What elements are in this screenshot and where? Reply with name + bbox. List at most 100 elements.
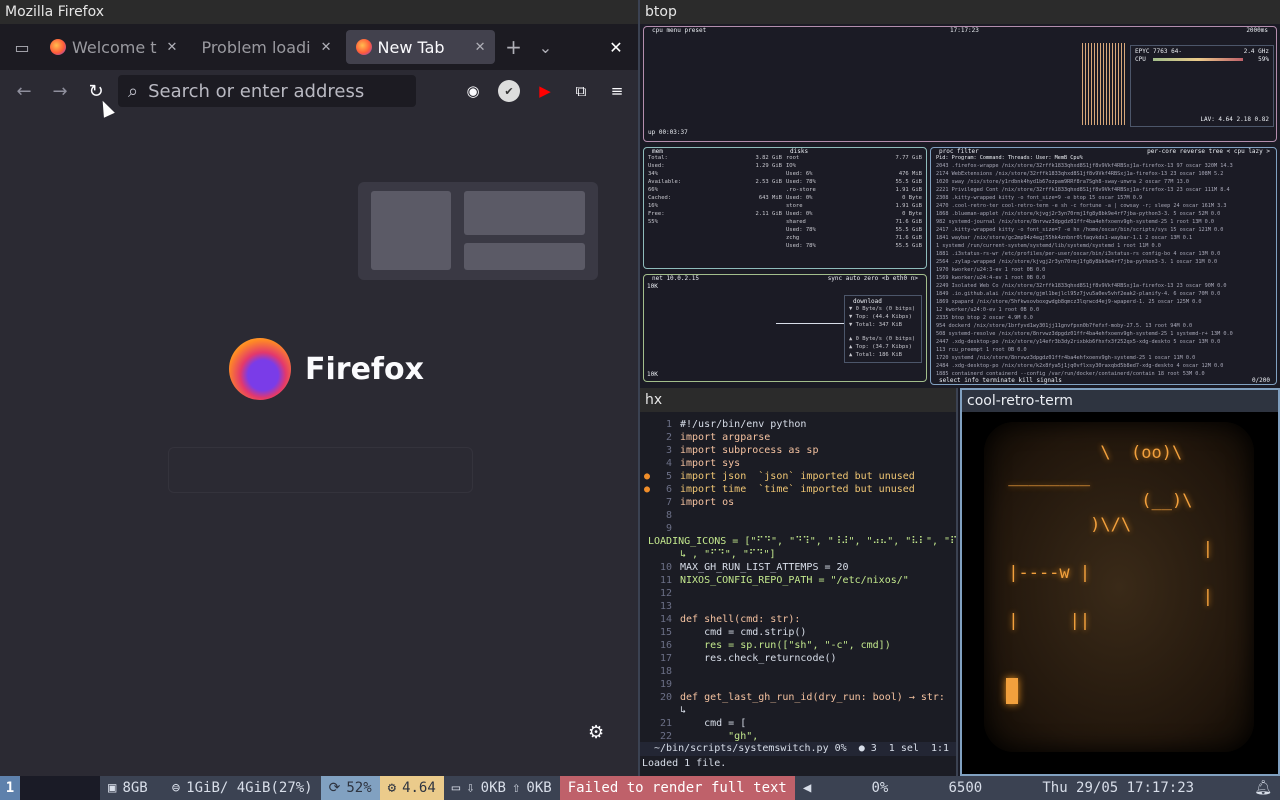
tile-placeholder xyxy=(464,191,585,235)
line-text: LOADING_ICONS = ["⠋⠙", "⠙⠹", "⠸⠼", "⠴⠦",… xyxy=(648,536,958,547)
diagnostic-gutter xyxy=(640,574,654,587)
upload-icon: ⇧ xyxy=(511,780,521,796)
proc-row[interactable]: 2484 .xdg-desktop-po /nix/store/k2x8fya5… xyxy=(936,363,1271,371)
line-text: NIXOS_CONFIG_REPO_PATH = "/etc/nixos/" xyxy=(680,575,909,586)
volume-icon[interactable]: ◀ xyxy=(803,776,811,800)
cpu-graph xyxy=(1082,43,1126,125)
workspace-indicator[interactable]: 1 xyxy=(0,776,20,800)
mem-value: 3.82 GiB xyxy=(755,155,783,161)
proc-row[interactable]: 1881 .i3status-rs-wr /etc/profiles/per-u… xyxy=(936,251,1271,259)
proc-row[interactable]: 1869 xpapard /nix/store/5hfkwsovboxgwdgb… xyxy=(936,299,1271,307)
account-icon[interactable]: ◉ xyxy=(462,80,484,102)
close-window-icon[interactable]: ✕ xyxy=(602,38,630,57)
tab-close-icon[interactable]: ✕ xyxy=(167,40,178,55)
tab-welcome[interactable]: Welcome t ✕ xyxy=(40,30,187,64)
diagnostic-gutter xyxy=(640,561,654,574)
color-temp-value[interactable]: 6500 xyxy=(948,776,982,800)
proc-row[interactable]: 2335 btop btop 2 oscar 4.9M 0.0 xyxy=(936,315,1271,323)
disk-row: shared 71.6 GiB xyxy=(786,219,922,227)
list-all-tabs-chevron-icon[interactable]: ⌄ xyxy=(531,38,559,57)
extension-v-icon[interactable]: ✔ xyxy=(498,80,520,102)
mem-value: 2.11 GiB xyxy=(755,211,783,217)
disk-value: 55.5 GiB xyxy=(895,227,923,233)
proc-row[interactable]: 2249 Isolated Web Co /nix/store/32rffk18… xyxy=(936,283,1271,291)
firefox-view-icon[interactable]: ▭ xyxy=(8,38,36,57)
proc-row[interactable]: 1970 kworker/u24:3-ev 1 root 0B 0.0 xyxy=(936,267,1271,275)
proc-row[interactable]: 2174 WebExtensions /nix/store/32rffk1833… xyxy=(936,171,1271,179)
bell-icon[interactable]: 🔔︎ xyxy=(1254,776,1272,800)
gear-icon[interactable]: ⚙ xyxy=(588,722,604,743)
proc-row[interactable]: 1720 systemd /nix/store/8nrvwz3dpgdz01ff… xyxy=(936,355,1271,363)
disk-row: IO% xyxy=(786,163,922,171)
firefox-logo: Firefox xyxy=(229,338,424,400)
mem-key: 66% xyxy=(648,187,658,193)
ascii-line: |----w | xyxy=(998,563,1091,583)
newtab-search-box[interactable] xyxy=(168,447,473,493)
url-bar[interactable]: ⌕ xyxy=(118,75,416,107)
proc-row[interactable]: 1569 kworker/u24:4-ev 1 root 0B 0.0 xyxy=(936,275,1271,283)
search-input[interactable] xyxy=(148,80,389,102)
mem-row: 55% xyxy=(648,219,782,227)
proc-row[interactable]: 2221 Privileged Cont /nix/store/32rffk18… xyxy=(936,187,1271,195)
proc-row[interactable]: 1868 .blueman-applet /nix/store/kjvgj2r3… xyxy=(936,211,1271,219)
proc-row[interactable]: 2564 .zylap-wrapped /nix/store/kjvgj2r3y… xyxy=(936,259,1271,267)
proc-row[interactable]: 982 systemd-journal /nix/store/8nrvwz3dp… xyxy=(936,219,1271,227)
extensions-puzzle-icon[interactable]: ⧉ xyxy=(570,80,592,102)
cpu-usage-bar xyxy=(1153,58,1243,61)
disk-key: Used: 78% xyxy=(786,243,816,249)
tab-close-icon[interactable]: ✕ xyxy=(475,40,486,55)
code-line: 18 xyxy=(640,665,956,678)
diagnostic-gutter xyxy=(640,509,654,522)
volume-value[interactable]: 0% xyxy=(871,776,888,800)
code-line: 8 xyxy=(640,509,956,522)
mem-row: 16% xyxy=(648,203,782,211)
line-number: 9 xyxy=(665,523,672,534)
diagnostic-gutter xyxy=(640,665,654,678)
proc-row[interactable]: 2470 .cool-retro-ter cool-retro-term -e … xyxy=(936,203,1271,211)
line-text: ↳ xyxy=(680,705,687,716)
line-number: 21 xyxy=(659,718,672,729)
forward-arrow-icon[interactable]: → xyxy=(46,81,74,102)
code-line: ↳ , "⠋⠙", "⠋⠙"] xyxy=(640,548,956,561)
line-number: 7 xyxy=(665,497,672,508)
proc-row[interactable]: 1020 sway /nix/store/y1rdbnk4hyd1b67ozpa… xyxy=(936,179,1271,187)
diagnostic-gutter: ● xyxy=(643,484,651,495)
youtube-icon[interactable]: ▶ xyxy=(534,80,556,102)
net-row: ▼ Top: (44.4 Kibps) xyxy=(849,314,912,320)
back-arrow-icon[interactable]: ← xyxy=(10,81,38,102)
tab-problem-loading[interactable]: Problem loadi ✕ xyxy=(191,30,341,64)
proc-row[interactable]: 2043 .firefox-wrappe /nix/store/32rffk18… xyxy=(936,163,1271,171)
diagnostic-gutter xyxy=(640,444,654,457)
net-sync-controls[interactable]: sync auto zero <b eth0 n> xyxy=(828,275,918,282)
terminal-cursor xyxy=(1006,678,1018,704)
proc-row[interactable]: 113 rcu_preempt 1 root 0B 0.0 xyxy=(936,347,1271,355)
proc-options[interactable]: per-core reverse tree < cpu lazy > xyxy=(1147,148,1270,155)
mem-row: Total: 3.82 GiB xyxy=(648,155,782,163)
hx-statusline: ~/bin/scripts/systemswitch.py 0% ● 3 1 s… xyxy=(640,742,956,756)
proc-row[interactable]: 1 systemd /run/current-system/systemd/li… xyxy=(936,243,1271,251)
diagnostic-gutter xyxy=(640,691,654,704)
proc-row[interactable]: 954 dockerd /nix/store/1brfyvd1wy301jj11… xyxy=(936,323,1271,331)
proc-row[interactable]: 2308 .kitty-wrapped kitty -o font_size=9… xyxy=(936,195,1271,203)
crt-screen[interactable]: \ (oo)\ ________ (__)\ )\/\ | |----w | |… xyxy=(984,422,1254,752)
code-editor[interactable]: 1 #!/usr/bin/env python 2 import argparse 3 i… xyxy=(640,418,956,756)
mem-key: Cached: xyxy=(648,195,672,201)
line-number xyxy=(654,704,672,717)
tab-close-icon[interactable]: ✕ xyxy=(321,40,332,55)
proc-row[interactable]: 12 kworker/u24:0-ev 1 root 0B 0.0 xyxy=(936,307,1271,315)
tab-new-tab[interactable]: New Tab ✕ xyxy=(345,30,496,64)
code-line: 9 xyxy=(640,522,956,535)
proc-row[interactable]: 2447 .xdg-desktop-po /nix/store/y14efr3b… xyxy=(936,339,1271,347)
proc-columns: Pid: Program: Command: Threads: User: Me… xyxy=(936,155,1083,161)
proc-row[interactable]: 2417 .kitty-wrapped kitty -o font_size=7… xyxy=(936,227,1271,235)
ascii-line: | xyxy=(998,587,1213,607)
line-text: import subprocess as sp xyxy=(680,445,819,456)
proc-footer[interactable]: select info terminate kill signals xyxy=(939,377,1062,384)
menu-hamburger-icon[interactable]: ≡ xyxy=(606,80,628,102)
code-line: 1 #!/usr/bin/env python xyxy=(640,418,956,431)
disk-row: Used: 78% 55.5 GiB xyxy=(786,243,922,251)
new-tab-plus-icon[interactable]: + xyxy=(499,35,527,59)
proc-row[interactable]: 508 systemd-resolve /nix/store/8nrvwz3dp… xyxy=(936,331,1271,339)
proc-row[interactable]: 1849 .io.github.alai /nix/store/gjml1bej… xyxy=(936,291,1271,299)
proc-row[interactable]: 1841 waybar /nix/store/gc2mp94z4egj55hk4… xyxy=(936,235,1271,243)
